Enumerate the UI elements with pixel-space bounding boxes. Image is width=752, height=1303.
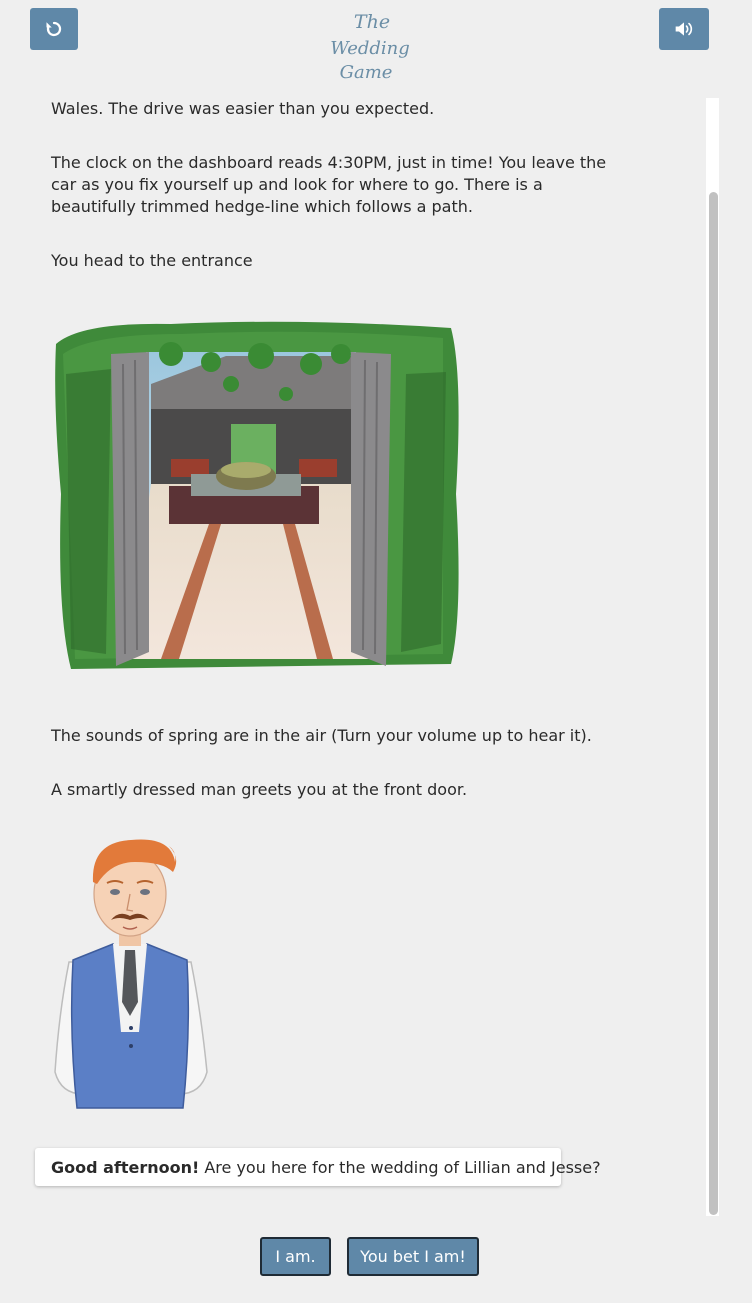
top-bar: The Wedding Game	[0, 0, 752, 96]
choice-button-you-bet[interactable]: You bet I am!	[347, 1237, 479, 1276]
story-scroll-area[interactable]: Wales. The drive was easier than you exp…	[0, 96, 720, 1218]
restart-button[interactable]	[30, 8, 78, 50]
story-paragraph: A smartly dressed man greets you at the …	[51, 780, 468, 799]
scrollbar-thumb[interactable]	[709, 192, 718, 1215]
story-paragraph: The sounds of spring are in the air (Tur…	[51, 726, 592, 745]
restart-icon	[46, 21, 62, 37]
speaker-volume-icon	[675, 22, 693, 36]
logo-line-3: Game	[340, 62, 393, 83]
character-dialog-box: Good afternoon! Are you here for the wed…	[35, 1148, 601, 1186]
hedge-entrance-illustration	[55, 321, 459, 669]
game-logo: The Wedding Game	[330, 11, 410, 83]
sound-toggle-button[interactable]	[659, 8, 709, 50]
story-paragraph: You head to the entrance	[51, 251, 253, 270]
dialog-greeting: Good afternoon!	[51, 1157, 200, 1177]
choice-button-i-am[interactable]: I am.	[260, 1237, 331, 1276]
story-paragraph: Wales. The drive was easier than you exp…	[51, 99, 435, 118]
logo-line-2: Wedding	[330, 38, 410, 59]
logo-line-1: The	[354, 11, 390, 33]
story-paragraph: The clock on the dashboard reads 4:30PM,…	[51, 153, 607, 216]
host-character-illustration	[54, 839, 208, 1109]
dialog-text: Are you here for the wedding of Lillian …	[204, 1157, 601, 1177]
